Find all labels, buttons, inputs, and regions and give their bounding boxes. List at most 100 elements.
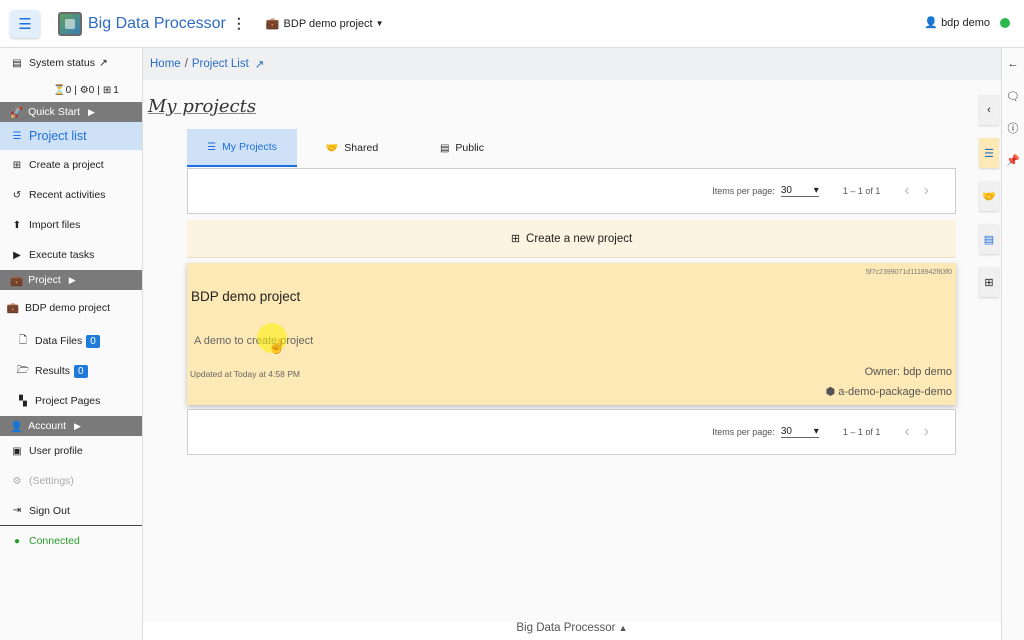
sidebar-item-settings: ⚙ (Settings) [0,466,142,496]
sidebar-item-label: System status [29,57,95,69]
page-title: My projects [148,96,257,117]
caret-down-icon: ▾ [813,426,819,437]
sidebar-item-label: User profile [29,445,83,457]
sidebar-item-project-list[interactable]: ☰ Project list [0,122,142,150]
file-icon: 🗋 [18,334,28,346]
sidebar-item-recent-activities[interactable]: ↺ Recent activities [0,180,142,210]
sidebar-item-project-pages[interactable]: ▚ Project Pages [0,386,142,416]
items-per-page-label: Items per page: [712,186,775,196]
upload-icon: ⬆ [12,219,22,231]
project-tabs: ☰ My Projects 🤝 Shared ▤ Public [187,129,517,167]
tab-label: Shared [344,142,379,154]
list-icon: ☰ [984,147,994,160]
sidebar-item-data-files[interactable]: 🗋 Data Files 0 [0,326,142,356]
section-label: Project [28,274,61,286]
project-switcher-label: BDP demo project [283,17,373,30]
sidebar-item-execute-tasks[interactable]: ▶ Execute tasks [0,240,142,270]
sidebar-item-user-profile[interactable]: ▣ User profile [0,436,142,466]
sidebar-item-label: Recent activities [29,189,106,201]
breadcrumb: Home / Project List ↗ [143,48,1001,80]
create-project-label: Create a new project [526,232,633,245]
create-project-button[interactable]: ⊞ Create a new project [187,220,956,258]
tab-shared[interactable]: 🤝 Shared [297,129,407,167]
project-id: 5f7c2399071d1118942f83f0 [865,269,952,276]
right-side-rail: ← 🗨 ⓘ 📌 [1001,48,1024,640]
sidebar-item-system-status[interactable]: ▤ System status ↗ [0,48,142,78]
plus-square-icon: ⊞ [12,159,22,171]
sidebar-item-import-files[interactable]: ⬆ Import files [0,210,142,240]
rail-my-projects-button[interactable]: ☰ [979,138,999,168]
handshake-icon: 🤝 [982,190,996,203]
id-card-icon: ▣ [12,445,22,457]
tab-my-projects[interactable]: ☰ My Projects [187,129,297,167]
prev-page-icon[interactable]: ‹ [904,182,923,199]
results-count-badge: 0 [74,364,88,378]
caret-right-icon: ▶ [68,274,76,285]
cube-icon: ⬢ [825,386,836,398]
sidebar-item-label: Results [35,365,71,377]
rail-create-button[interactable]: ⊞ [979,267,999,297]
count-tasks: 0 [65,84,72,96]
app-menu-kebab-icon[interactable]: ⋮ [232,15,246,32]
page-nav: ‹› [904,182,943,200]
cogs-icon: ⚙ [79,84,89,96]
footer[interactable]: Big Data Processor ▲ [143,622,1001,640]
project-switcher[interactable]: 💼 BDP demo project ▼ [266,17,384,31]
sidebar-item-label: Project Pages [35,395,101,407]
project-owner: Owner: bdp demo [864,366,952,378]
network-icon: ⊞ [102,84,112,96]
section-account[interactable]: 👤 Account ▶ [0,416,142,436]
items-per-page-value: 30 [780,426,792,437]
sidebar-item-label: Data Files [35,335,83,347]
page-range: 1 – 1 of 1 [842,186,881,196]
server-icon: ▤ [12,57,22,69]
items-per-page-select[interactable]: 30 ▾ [780,426,819,438]
section-label: Quick Start [28,106,81,118]
project-package: ⬢ a-demo-package-demo [826,385,952,398]
next-page-icon[interactable]: › [924,423,943,440]
app-title[interactable]: Big Data Processor [88,15,226,33]
user-icon: 👤 [10,420,24,433]
sidebar-item-label: Sign Out [29,504,70,517]
menu-toggle-button[interactable]: ☰ [10,9,40,38]
table-icon: ▤ [439,142,450,154]
section-quick-start[interactable]: 🚀 Quick Start ▶ [0,102,142,122]
count-jobs: 0 [88,84,95,96]
pin-icon[interactable]: 📌 [1002,144,1024,176]
caret-down-icon: ▼ [375,19,384,28]
items-per-page-value: 30 [780,185,792,196]
connection-status-dot [1000,17,1010,28]
package-label: a-demo-package-demo [838,386,952,398]
sidebar-item-label: Project list [29,129,87,143]
section-project[interactable]: 💼 Project ▶ [0,270,142,290]
connection-status-label: Connected [29,535,80,547]
folder-open-icon: 🗁 [16,364,30,376]
info-icon[interactable]: ⓘ [1002,112,1024,144]
project-card[interactable]: 5f7c2399071d1118942f83f0 BDP demo projec… [187,263,956,405]
sidebar-item-results[interactable]: 🗁 Results 0 [0,356,142,386]
sidebar-item-label: BDP demo project [25,302,111,314]
sidebar-current-project[interactable]: 💼 BDP demo project [0,290,142,326]
arrow-left-icon[interactable]: ← [1002,48,1024,80]
rail-shared-button[interactable]: 🤝 [979,181,999,211]
comments-icon[interactable]: 🗨 [1002,80,1024,112]
external-link-icon: ↗ [98,57,108,69]
items-per-page-select[interactable]: 30 ▾ [780,185,819,197]
next-page-icon[interactable]: › [924,182,943,199]
play-icon: ▶ [13,249,21,261]
list-icon: ☰ [12,130,22,142]
collapse-rail-button[interactable]: ‹ [979,95,999,125]
pages-icon: ▚ [19,395,27,407]
cogs-icon: ⚙ [12,475,22,487]
system-counts: ⏳ 0 | ⚙ 0 | ⊞ 1 [53,84,119,96]
connected-dot-icon: ● [13,535,21,547]
breadcrumb-home[interactable]: Home [150,58,181,70]
user-menu[interactable]: 👤 bdp demo [924,16,1010,29]
rail-public-button[interactable]: ▤ [979,224,999,254]
sidebar-item-sign-out[interactable]: ⇥ Sign Out [0,496,142,526]
breadcrumb-current[interactable]: Project List [192,58,249,70]
prev-page-icon[interactable]: ‹ [904,423,923,440]
external-link-icon[interactable]: ↗ [255,57,265,71]
tab-public[interactable]: ▤ Public [407,129,517,167]
sidebar-item-create-project[interactable]: ⊞ Create a project [0,150,142,180]
